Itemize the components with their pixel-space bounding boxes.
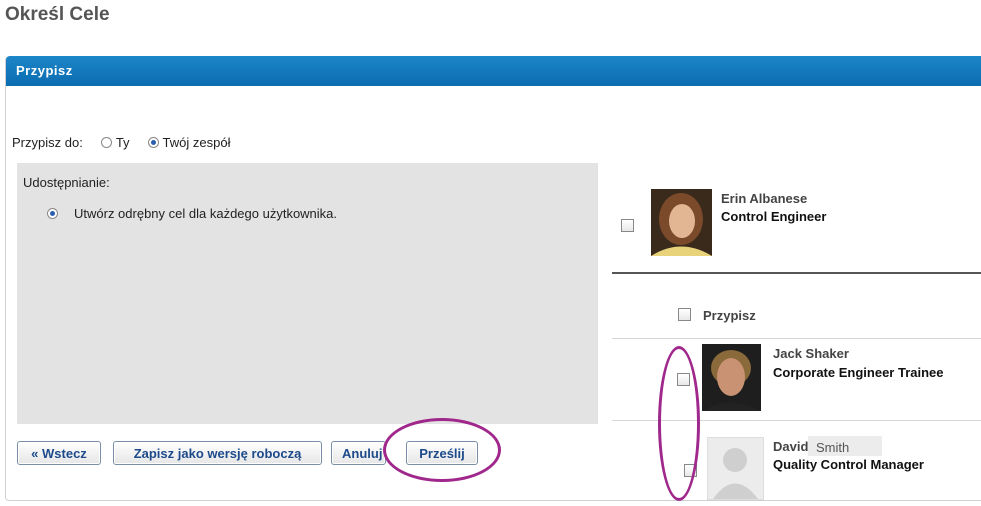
radio-team-label[interactable]: Twój zespół <box>163 135 231 150</box>
member-photo <box>651 189 712 256</box>
member-name: Jack Shaker <box>773 346 849 361</box>
row-divider <box>612 338 981 339</box>
select-all-checkbox[interactable] <box>678 308 691 321</box>
checkbox-highlight-oval <box>658 346 700 501</box>
sharing-option[interactable]: Utwórz odrębny cel dla każdego użytkowni… <box>47 206 337 221</box>
radio-you-label[interactable]: Ty <box>116 135 130 150</box>
member-role: Quality Control Manager <box>773 457 924 472</box>
radio-you[interactable] <box>100 137 112 148</box>
member-first-name: David <box>773 439 809 454</box>
page-title: Określ Cele <box>5 4 110 25</box>
assign-to-label: Przypisz do: <box>12 135 83 150</box>
section-divider <box>612 272 981 274</box>
avatar-placeholder-icon <box>713 448 758 499</box>
assign-to-group: Przypisz do: Ty Twój zespół <box>12 135 230 150</box>
member-role: Corporate Engineer Trainee <box>773 365 944 380</box>
person-photo-icon <box>651 189 712 256</box>
sharing-section: Udostępnianie: Utwórz odrębny cel dla ka… <box>17 163 597 424</box>
sharing-label: Udostępnianie: <box>23 175 110 190</box>
member-name: Erin Albanese <box>721 191 808 206</box>
person-photo-icon <box>702 344 761 411</box>
back-button[interactable]: « Wstecz <box>17 441 101 465</box>
column-divider <box>597 163 598 424</box>
radio-separate-goal[interactable] <box>47 208 58 219</box>
submit-highlight-oval <box>383 418 501 482</box>
radio-team[interactable] <box>147 137 159 148</box>
member-last-name: Smith <box>816 440 850 455</box>
cancel-button[interactable]: Anuluj <box>331 441 386 465</box>
select-all-label: Przypisz <box>703 308 756 323</box>
member-photo <box>702 344 761 411</box>
member-photo-placeholder <box>707 437 764 500</box>
member-checkbox-erin[interactable] <box>621 219 634 232</box>
separate-goal-label[interactable]: Utwórz odrębny cel dla każdego użytkowni… <box>74 206 337 221</box>
member-role: Control Engineer <box>721 209 827 224</box>
panel-header: Przypisz <box>6 56 981 86</box>
save-draft-button[interactable]: Zapisz jako wersję roboczą <box>113 441 322 465</box>
